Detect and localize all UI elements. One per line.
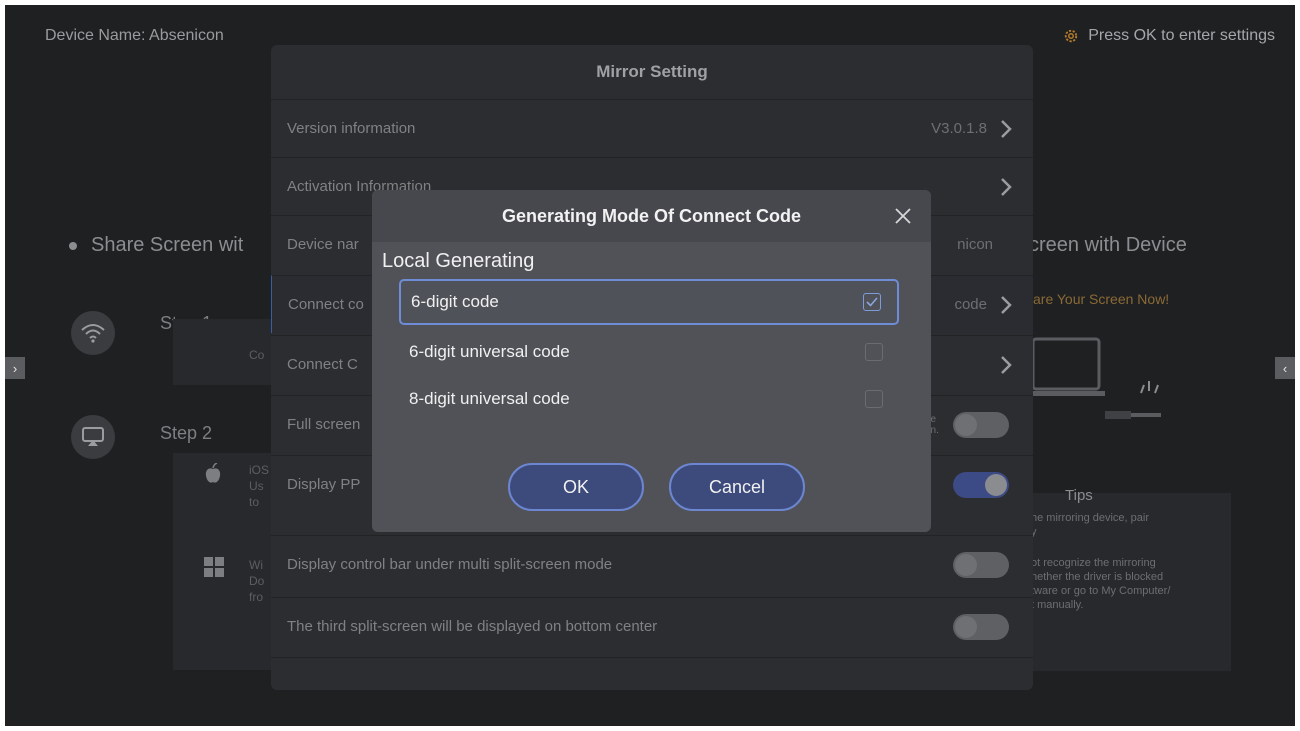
tips-line-5: tware or go to My Computer/ — [1031, 585, 1171, 597]
left-expand-arrow[interactable]: › — [5, 357, 25, 379]
step-1-sub: Co — [249, 348, 265, 362]
tips-line-3: ot recognize the mirroring — [1031, 557, 1156, 569]
option-label: 8-digit universal code — [409, 389, 570, 408]
checkbox-icon[interactable] — [865, 390, 883, 408]
laptop-illustration — [1031, 335, 1201, 425]
display-ppt-toggle[interactable] — [953, 471, 1009, 498]
tips-title: Tips — [1065, 487, 1093, 504]
mirror-setting-title: Mirror Setting — [596, 62, 708, 81]
row-value: nicon — [957, 236, 993, 253]
full-screen-toggle[interactable] — [953, 411, 1009, 438]
tips-line-6: t manually. — [1031, 599, 1084, 611]
row-third-split[interactable]: The third split-screen will be displayed… — [271, 597, 1033, 655]
close-icon[interactable] — [891, 204, 915, 228]
ios-desc-2: to — [249, 495, 260, 509]
device-name: Device Name: Absenicon — [45, 27, 224, 44]
checkbox-icon[interactable] — [865, 343, 883, 361]
local-generating-heading: Local Generating — [382, 250, 535, 272]
settings-hint: Press OK to enter settings — [1062, 27, 1275, 45]
bullet-icon — [69, 241, 77, 250]
row-label: Version information — [287, 120, 416, 137]
tips-line-2: y — [1031, 526, 1037, 538]
cancel-button[interactable]: Cancel — [669, 463, 805, 511]
right-expand-arrow[interactable]: ‹ — [1275, 357, 1295, 379]
row-label: Display control bar under multi split-sc… — [287, 556, 613, 573]
windows-icon — [204, 557, 224, 577]
row-value: V3.0.1.8 — [931, 120, 987, 137]
row-control-bar[interactable]: Display control bar under multi split-sc… — [271, 535, 1033, 593]
dialog-title: Generating Mode Of Connect Code — [501, 205, 801, 226]
row-version-information[interactable]: Version information V3.0.1.8 — [271, 99, 1033, 157]
airplay-icon — [71, 415, 115, 459]
chevron-right-icon — [1001, 119, 1012, 138]
chevron-right-icon — [1001, 355, 1012, 374]
windows-desc-2: fro — [249, 590, 264, 604]
tips-line-1: he mirroring device, pair — [1031, 512, 1149, 524]
share-screen-right: creen with Device — [1029, 234, 1187, 256]
ios-desc-1: Us — [249, 479, 264, 493]
chevron-right-icon — [1001, 177, 1012, 196]
option-6-digit-universal-code[interactable]: 6-digit universal code — [399, 329, 899, 375]
gear-icon — [1065, 29, 1078, 43]
connect-code-mode-dialog: Generating Mode Of Connect Code Local Ge… — [372, 190, 931, 532]
checkbox-checked-icon[interactable] — [863, 293, 881, 311]
share-now-hint: are Your Screen Now! — [1033, 291, 1170, 307]
settings-hint-text: Press OK to enter settings — [1088, 27, 1275, 44]
ios-label: iOS — [249, 463, 270, 477]
third-split-toggle[interactable] — [953, 613, 1009, 640]
wifi-icon — [71, 311, 115, 355]
option-6-digit-code[interactable]: 6-digit code — [399, 279, 899, 325]
windows-desc-1: Do — [249, 574, 265, 588]
ok-button[interactable]: OK — [508, 463, 644, 511]
screen: Device Name: Absenicon Press OK to enter… — [5, 5, 1295, 726]
row-value: code — [954, 296, 987, 313]
control-bar-toggle[interactable] — [953, 551, 1009, 578]
option-label: 6-digit universal code — [409, 342, 570, 361]
chevron-right-icon — [1001, 295, 1012, 314]
dialog-header: Generating Mode Of Connect Code — [372, 190, 931, 242]
apple-icon — [204, 462, 222, 485]
step-2-label: Step 2 — [160, 423, 213, 443]
option-8-digit-universal-code[interactable]: 8-digit universal code — [399, 376, 899, 422]
windows-label: Wi — [249, 558, 263, 572]
option-label: 6-digit code — [411, 292, 499, 311]
row-label: The third split-screen will be displayed… — [287, 618, 658, 635]
tips-line-4: hether the driver is blocked — [1031, 571, 1164, 583]
share-screen-left: Share Screen wit — [69, 234, 243, 257]
row-partial[interactable] — [271, 657, 1033, 690]
